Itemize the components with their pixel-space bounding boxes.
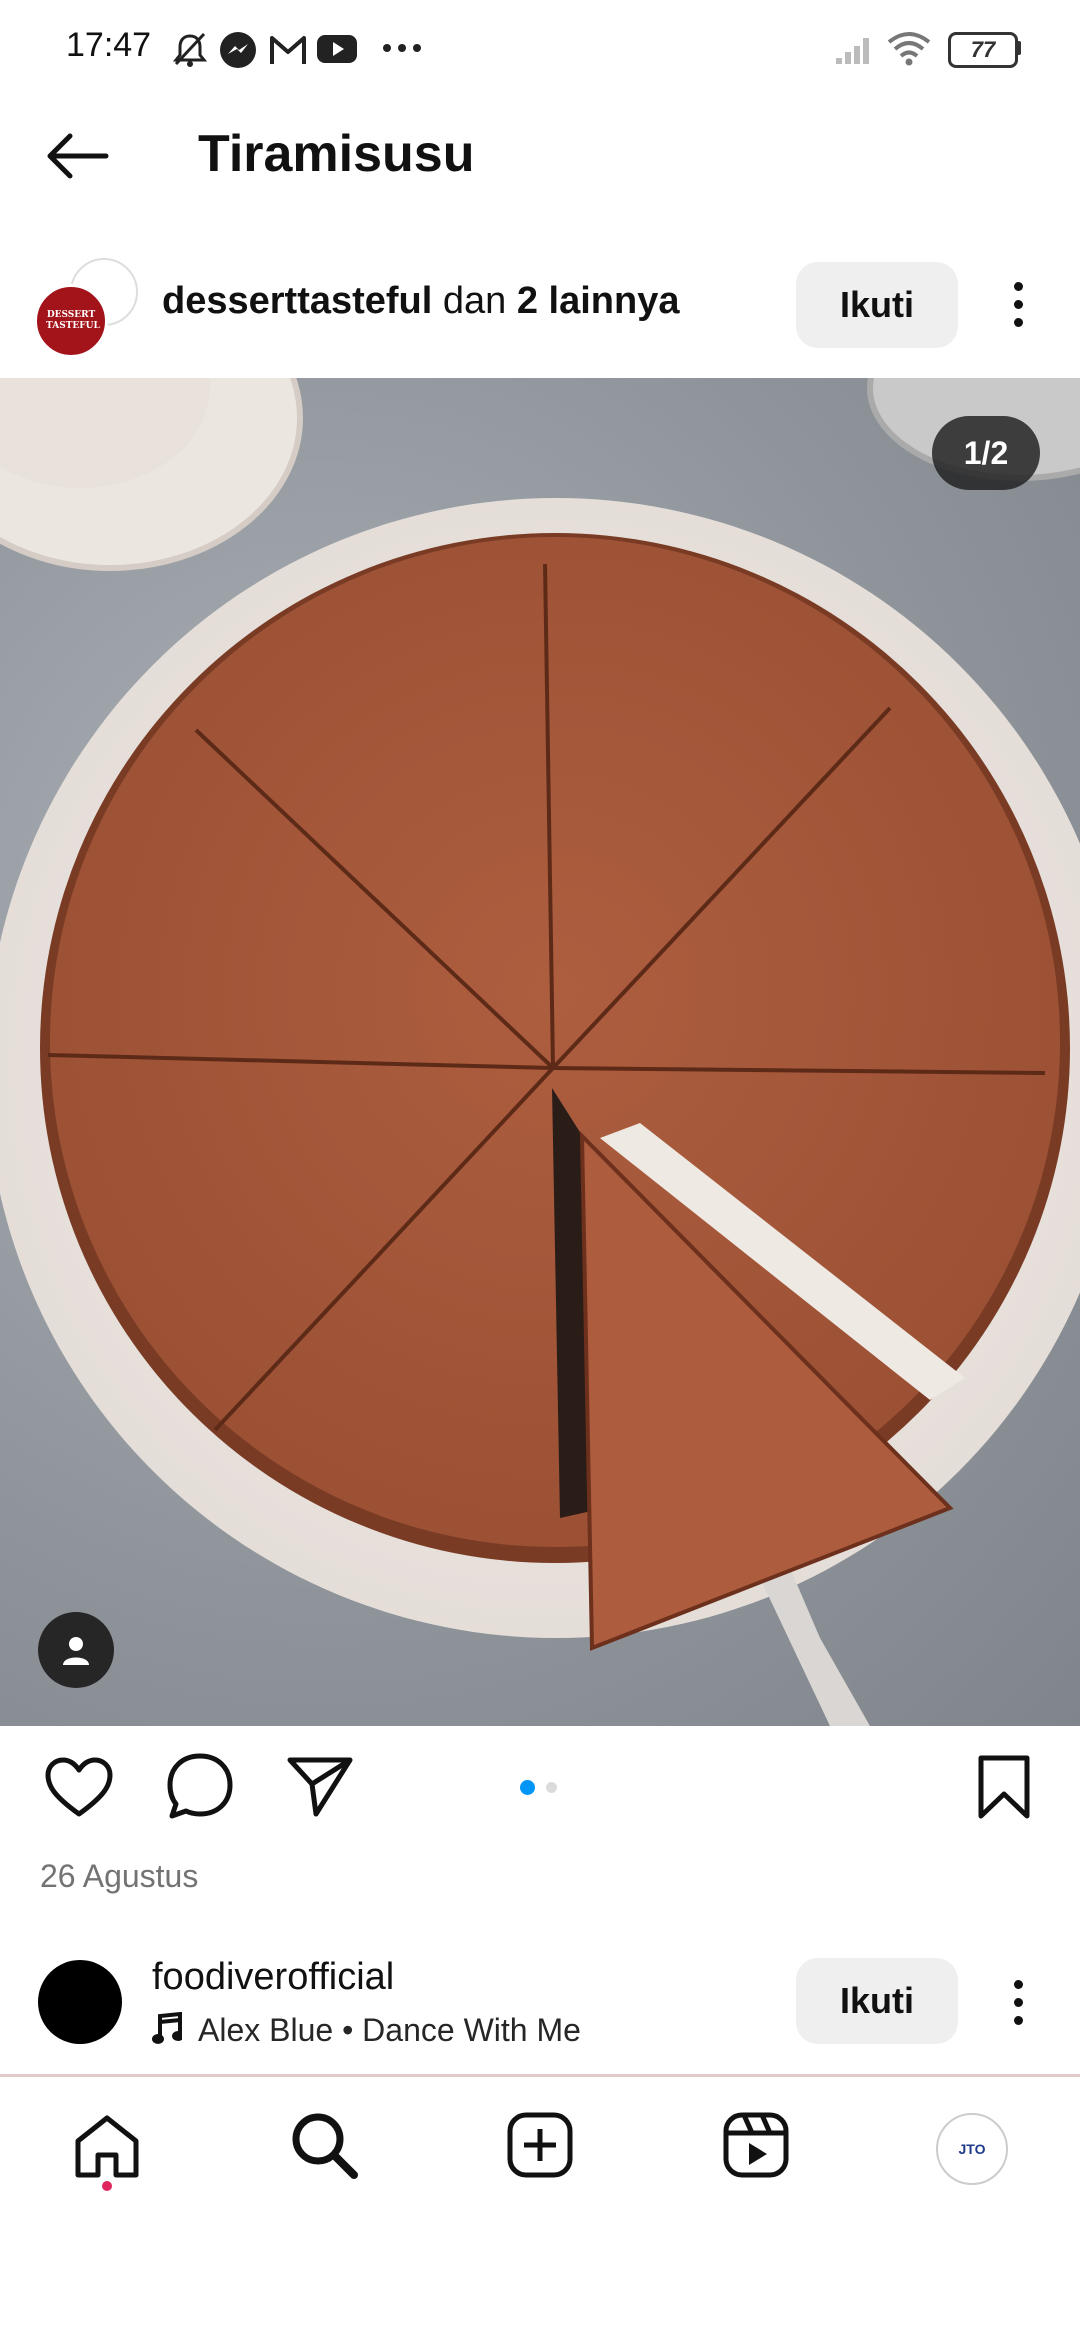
status-time: 17:47 bbox=[66, 26, 152, 64]
gmail-icon bbox=[270, 36, 306, 64]
back-button[interactable] bbox=[44, 132, 110, 180]
person-icon bbox=[63, 1637, 89, 1665]
coauthors-link[interactable]: 2 lainnya bbox=[517, 280, 680, 322]
image-counter: 1/2 bbox=[932, 416, 1040, 490]
next-post-avatar[interactable] bbox=[38, 1960, 122, 2044]
carousel-dot-2 bbox=[546, 1782, 557, 1793]
bottom-nav: JTO bbox=[0, 2074, 1080, 2343]
author-connector: dan bbox=[432, 280, 517, 322]
reels-icon[interactable] bbox=[722, 2111, 790, 2179]
home-icon[interactable] bbox=[72, 2113, 142, 2179]
battery-level: 77 bbox=[970, 37, 996, 62]
post-author-line[interactable]: desserttasteful dan 2 lainnya bbox=[162, 280, 680, 323]
mute-icon bbox=[172, 32, 208, 67]
comment-button[interactable] bbox=[166, 1752, 234, 1822]
battery-tip bbox=[1016, 41, 1021, 55]
save-button[interactable] bbox=[976, 1754, 1032, 1820]
more-icon bbox=[383, 44, 421, 52]
youtube-icon bbox=[317, 35, 357, 63]
author-avatar[interactable]: DESSERT TASTEFUL bbox=[34, 258, 138, 362]
carousel-dot-1 bbox=[520, 1780, 535, 1795]
follow-button[interactable]: Ikuti bbox=[796, 262, 958, 348]
wifi-icon bbox=[887, 32, 931, 66]
avatar-image: DESSERT TASTEFUL bbox=[34, 284, 108, 358]
home-notification-dot bbox=[102, 2181, 112, 2191]
tagged-users-button[interactable] bbox=[38, 1612, 114, 1688]
next-post-music[interactable]: Alex Blue • Dance With Me bbox=[198, 2012, 581, 2049]
post-date: 26 Agustus bbox=[40, 1858, 199, 1894]
like-button[interactable] bbox=[44, 1756, 114, 1820]
share-button[interactable] bbox=[286, 1754, 354, 1818]
music-note-icon bbox=[152, 2012, 182, 2044]
profile-icon[interactable]: JTO bbox=[936, 2113, 1008, 2185]
post-author-name[interactable]: desserttasteful bbox=[162, 280, 432, 322]
messenger-icon bbox=[220, 32, 256, 68]
profile-avatar-text: JTO bbox=[958, 2141, 986, 2157]
next-post-author[interactable]: foodiverofficial bbox=[152, 1956, 394, 1999]
post-image[interactable] bbox=[0, 378, 1080, 1726]
avatar-text: DESSERT TASTEFUL bbox=[46, 310, 100, 331]
tiramisu-photo bbox=[0, 378, 1080, 1726]
status-bar: 17:47 77 bbox=[0, 0, 1080, 96]
next-post-follow-button[interactable]: Ikuti bbox=[796, 1958, 958, 2044]
next-post-more-icon[interactable] bbox=[1012, 1980, 1024, 2025]
search-icon[interactable] bbox=[290, 2111, 360, 2181]
page-title: Tiramisusu bbox=[198, 125, 475, 183]
create-icon[interactable] bbox=[506, 2111, 574, 2179]
signal-icon bbox=[836, 38, 869, 64]
battery-icon: 77 bbox=[948, 32, 1018, 68]
post-more-icon[interactable] bbox=[1012, 282, 1024, 327]
